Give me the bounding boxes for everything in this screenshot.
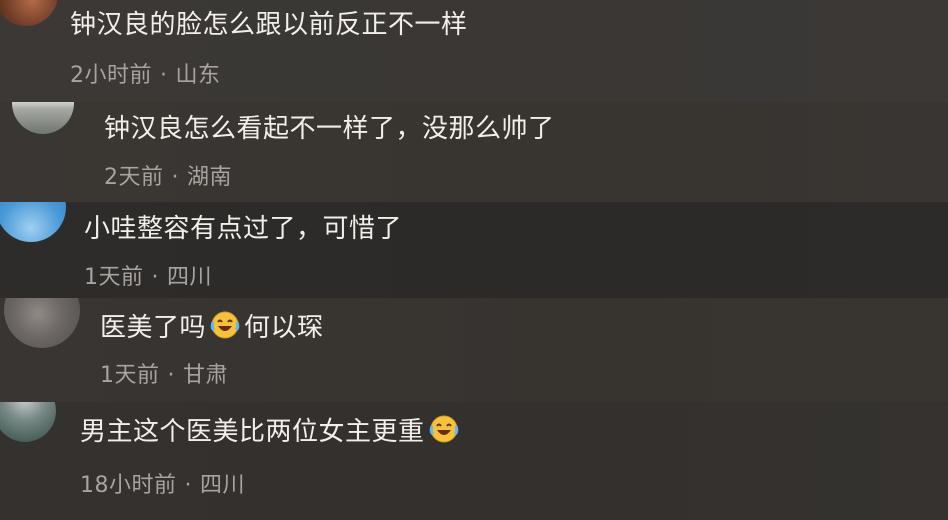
comment-text-after: 何以琛 [244, 313, 324, 343]
comment-item: 钟汉良的脸怎么跟以前反正不一样 2小时前 · 山东 [0, 0, 948, 102]
comment-meta: 2天前 · 湖南 [104, 164, 232, 192]
comment-location: 湖南 [187, 165, 233, 190]
comment-meta: 1天前 · 四川 [84, 264, 212, 292]
meta-separator: · [184, 473, 192, 498]
comment-text: 男主这个医美比两位女主更重 [80, 414, 463, 453]
comment-time: 18小时前 [80, 473, 177, 498]
comment-meta: 18小时前 · 四川 [80, 472, 245, 500]
comment-item: 男主这个医美比两位女主更重 18小时前 · 四川 [0, 402, 948, 520]
comment-text: 钟汉良怎么看起不一样了，没那么帅了 [104, 114, 555, 144]
comment-text: 医美了吗 何以琛 [100, 310, 324, 349]
meta-separator: · [151, 265, 159, 290]
comment-list: 钟汉良的脸怎么跟以前反正不一样 2小时前 · 山东 钟汉良怎么看起不一样了，没那么帅… [0, 0, 948, 520]
meta-separator: · [171, 165, 179, 190]
comment-location: 山东 [175, 63, 221, 88]
comment-time: 2小时前 [70, 63, 152, 88]
comment-time: 1天前 [100, 363, 160, 388]
avatar[interactable] [0, 0, 58, 26]
comment-meta: 1天前 · 甘肃 [100, 362, 228, 390]
comment-text: 钟汉良的脸怎么跟以前反正不一样 [70, 10, 468, 40]
comment-item: 医美了吗 何以琛 1天前 · 甘肃 [0, 298, 948, 402]
meta-separator: · [167, 363, 175, 388]
comment-item: 小哇整容有点过了，可惜了 1天前 · 四川 [0, 202, 948, 298]
comment-location: 甘肃 [183, 363, 229, 388]
comment-location: 四川 [167, 265, 213, 290]
comment-location: 四川 [200, 473, 246, 498]
avatar[interactable] [0, 202, 66, 242]
comment-time: 2天前 [104, 165, 164, 190]
avatar[interactable] [12, 102, 74, 134]
comment-text: 小哇整容有点过了，可惜了 [84, 214, 403, 244]
comment-text-before: 男主这个医美比两位女主更重 [80, 417, 425, 447]
laughing-tears-emoji-icon [429, 414, 459, 453]
comment-text-before: 医美了吗 [100, 313, 207, 343]
laughing-tears-emoji-icon [210, 310, 240, 349]
meta-separator: · [160, 63, 168, 88]
avatar[interactable] [0, 402, 56, 442]
avatar[interactable] [4, 298, 80, 348]
comment-time: 1天前 [84, 265, 144, 290]
comment-meta: 2小时前 · 山东 [70, 62, 221, 90]
comment-item: 钟汉良怎么看起不一样了，没那么帅了 2天前 · 湖南 [0, 102, 948, 202]
